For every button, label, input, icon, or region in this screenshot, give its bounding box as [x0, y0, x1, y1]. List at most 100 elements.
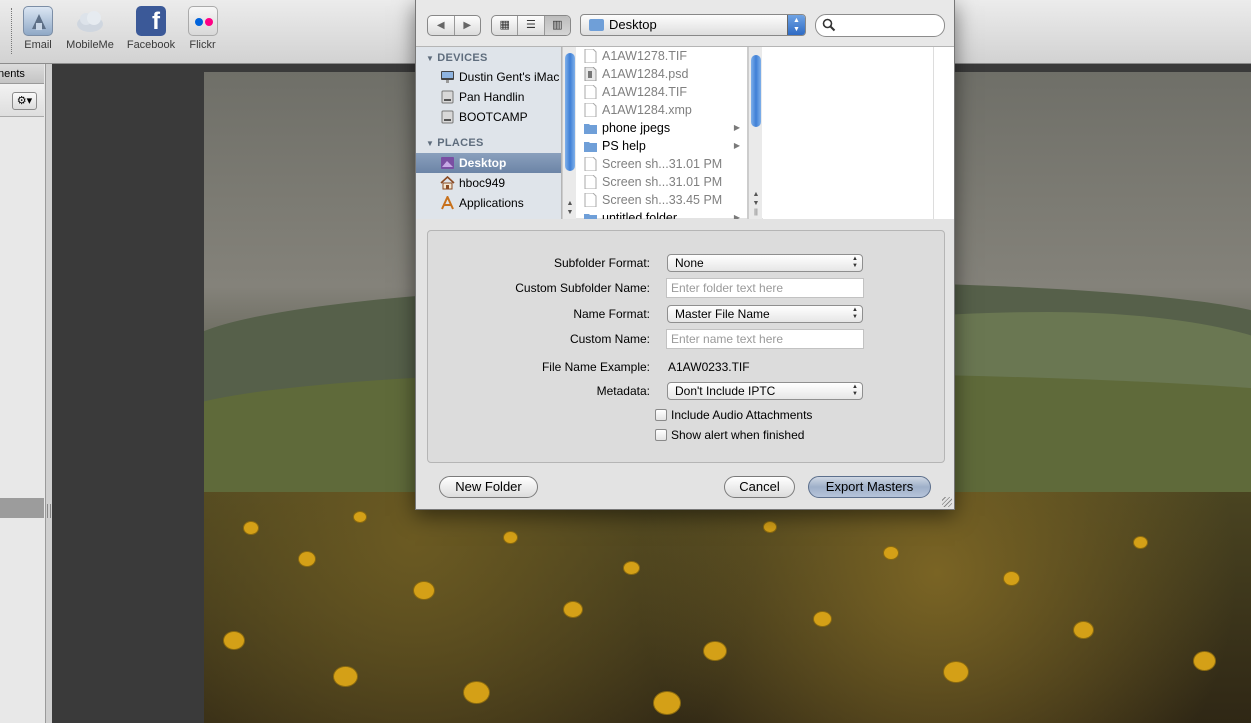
- left-panel: nents ⚙▾: [0, 64, 46, 723]
- view-mode-control: ▦ ☰ ▥: [491, 15, 571, 36]
- list-item[interactable]: Screen sh...33.45 PM: [578, 191, 747, 209]
- scroll-arrows-icon[interactable]: ▲ ▼ ||: [749, 190, 763, 217]
- toolbar-facebook-label: Facebook: [126, 39, 176, 51]
- hard-drive-icon: [441, 90, 454, 104]
- cancel-button[interactable]: Cancel: [724, 476, 795, 498]
- list-item[interactable]: PS help ▶: [578, 137, 747, 155]
- export-masters-button[interactable]: Export Masters: [808, 476, 931, 498]
- file-name: Screen sh...31.01 PM: [602, 157, 723, 171]
- sidebar-item-imac[interactable]: Dustin Gent's iMac: [416, 67, 561, 87]
- photo-flower: [244, 522, 258, 534]
- popup-arrows-icon: ▲ ▼: [852, 307, 858, 320]
- custom-name-field[interactable]: [666, 329, 864, 349]
- applications-icon: [441, 196, 454, 210]
- sidebar-item-label: Desktop: [459, 156, 507, 170]
- sidebar-item-label: BOOTCAMP: [459, 110, 528, 124]
- toolbar-facebook-button[interactable]: f Facebook: [125, 6, 177, 51]
- column-scrollbar[interactable]: ▲ ▼ ||: [748, 47, 762, 219]
- list-item[interactable]: phone jpegs ▶: [578, 119, 747, 137]
- chevron-right-icon: ▶: [733, 123, 740, 132]
- list-item[interactable]: A1AW1284.psd: [578, 65, 747, 83]
- browser-column-empty: [763, 47, 933, 219]
- desktop-icon: [441, 157, 454, 169]
- file-name-example-value: A1AW0233.TIF: [668, 360, 750, 374]
- file-name: Screen sh...33.45 PM: [602, 193, 723, 207]
- resize-grip-icon[interactable]: [942, 497, 952, 507]
- document-icon: [584, 49, 597, 63]
- folder-icon: [589, 19, 604, 31]
- show-alert-checkbox[interactable]: Show alert when finished: [655, 428, 804, 442]
- document-icon: [584, 85, 597, 99]
- sidebar-item-desktop[interactable]: Desktop: [416, 153, 561, 173]
- checkbox-unchecked-icon: [655, 409, 667, 421]
- metadata-value: Don't Include IPTC: [675, 384, 776, 398]
- include-audio-checkbox[interactable]: Include Audio Attachments: [655, 408, 812, 422]
- document-icon: [584, 157, 597, 171]
- column-scroll-thumb[interactable]: [751, 55, 761, 127]
- list-item[interactable]: untitled folder ▶: [578, 209, 747, 219]
- column-view-button[interactable]: ▥: [543, 16, 570, 35]
- popup-arrows-icon: ▲ ▼: [852, 256, 858, 269]
- search-field[interactable]: [815, 14, 945, 37]
- location-popup[interactable]: Desktop ▲ ▼: [580, 14, 806, 36]
- name-format-label: Name Format:: [573, 307, 650, 321]
- name-format-value: Master File Name: [675, 307, 770, 321]
- name-format-popup[interactable]: Master File Name ▲ ▼: [667, 305, 863, 323]
- list-item[interactable]: Screen sh...31.01 PM: [578, 155, 747, 173]
- imac-icon: [441, 71, 454, 83]
- list-item[interactable]: A1AW1284.TIF: [578, 83, 747, 101]
- places-header-label: PLACES: [437, 137, 484, 149]
- document-icon: [584, 175, 597, 189]
- file-name: Screen sh...31.01 PM: [602, 175, 723, 189]
- toolbar-mobileme-label: MobileMe: [66, 39, 114, 51]
- photo-flower: [944, 662, 968, 682]
- sidebar-item-bootcamp[interactable]: BOOTCAMP: [416, 107, 561, 127]
- back-button[interactable]: ◀: [428, 16, 454, 35]
- photo-flower: [1134, 537, 1147, 548]
- list-item[interactable]: Screen sh...31.01 PM: [578, 173, 747, 191]
- chevron-right-icon: ▶: [733, 213, 740, 219]
- sheet-navigation-bar: ◀ ▶ ▦ ☰ ▥ Desktop ▲ ▼: [416, 0, 954, 46]
- photo-flower: [1074, 622, 1093, 638]
- file-name-example-label: File Name Example:: [541, 360, 650, 374]
- list-item[interactable]: A1AW1278.TIF: [578, 47, 747, 65]
- popup-arrows-icon: ▲ ▼: [852, 384, 858, 397]
- file-name: A1AW1278.TIF: [602, 49, 687, 63]
- list-view-button[interactable]: ☰: [517, 16, 543, 35]
- file-browser: ▼ DEVICES Dustin Gent's iMac Pan Handlin …: [416, 46, 954, 219]
- back-forward-control: ◀ ▶: [427, 15, 481, 36]
- sidebar-item-home[interactable]: hboc949: [416, 173, 561, 193]
- browser-right-edge: [933, 47, 954, 219]
- photo-flower: [414, 582, 434, 599]
- toolbar-mobileme-button[interactable]: MobileMe: [63, 6, 117, 51]
- psd-document-icon: [584, 67, 597, 81]
- sidebar-scrollbar[interactable]: ▲ ▼: [562, 47, 576, 219]
- custom-subfolder-field[interactable]: [666, 278, 864, 298]
- places-header[interactable]: ▼ PLACES: [426, 137, 484, 149]
- gear-menu-button[interactable]: ⚙▾: [12, 92, 37, 110]
- subfolder-format-popup[interactable]: None ▲ ▼: [667, 254, 863, 272]
- new-folder-button[interactable]: New Folder: [439, 476, 538, 498]
- devices-header[interactable]: ▼ DEVICES: [426, 52, 488, 64]
- metadata-popup[interactable]: Don't Include IPTC ▲ ▼: [667, 382, 863, 400]
- sidebar-scroll-thumb[interactable]: [565, 53, 575, 171]
- file-name: A1AW1284.xmp: [602, 103, 692, 117]
- gear-icon: ⚙▾: [16, 95, 33, 107]
- list-view-icon: ☰: [526, 19, 536, 31]
- icon-view-button[interactable]: ▦: [492, 16, 517, 35]
- forward-button[interactable]: ▶: [453, 16, 481, 35]
- scroll-arrows-icon[interactable]: ▲ ▼: [563, 199, 577, 217]
- photo-flower: [1194, 652, 1215, 670]
- list-item[interactable]: A1AW1284.xmp: [578, 101, 747, 119]
- toolbar-email-button[interactable]: Email: [22, 6, 54, 51]
- sidebar-item-pan-handlin[interactable]: Pan Handlin: [416, 87, 561, 107]
- left-panel-tab[interactable]: nents: [0, 64, 44, 84]
- toolbar-flickr-button[interactable]: Flickr: [186, 6, 219, 51]
- custom-name-label: Custom Name:: [569, 332, 650, 346]
- sidebar-item-applications[interactable]: Applications: [416, 193, 561, 213]
- photo-flower: [764, 522, 776, 532]
- subfolder-format-label: Subfolder Format:: [553, 256, 650, 270]
- photo-flower: [814, 612, 831, 626]
- photo-flower: [299, 552, 315, 566]
- left-panel-selected-band: [0, 498, 44, 518]
